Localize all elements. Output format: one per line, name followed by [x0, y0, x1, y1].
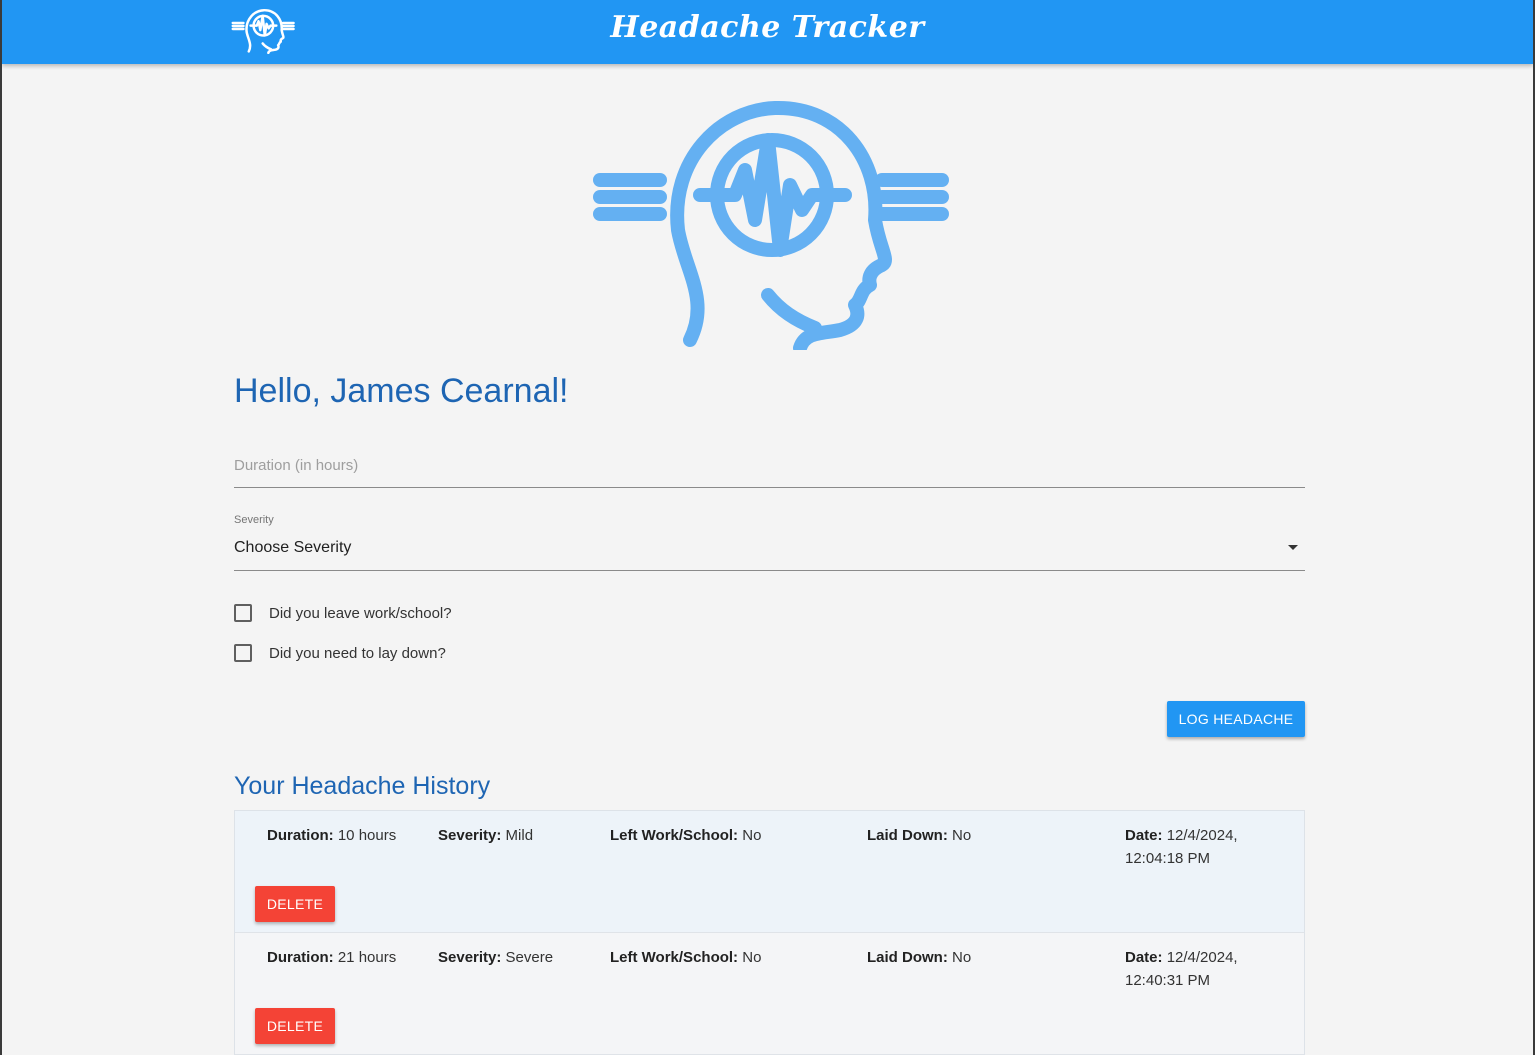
leave-work-checkbox-row[interactable]: Did you leave work/school? [234, 603, 452, 623]
severity-select[interactable]: Choose Severity [234, 532, 1305, 571]
laid-down-label: Laid Down: [867, 827, 948, 844]
duration-input[interactable] [234, 448, 1305, 482]
severity-field-label: Severity: [438, 827, 502, 844]
lay-down-checkbox[interactable] [234, 644, 252, 662]
entry-duration: Duration: 10 hours [267, 824, 396, 847]
time-value: 12:40:31 PM [1125, 972, 1211, 989]
entry-severity: Severity: Mild [438, 824, 533, 847]
laid-down-value: No [952, 827, 972, 844]
severity-value: Severe [505, 949, 554, 966]
left-work-label: Left Work/School: [610, 827, 739, 844]
date-label: Date: [1125, 949, 1163, 966]
entry-laid-down: Laid Down: No [867, 824, 971, 847]
entry-laid-down: Laid Down: No [867, 946, 971, 969]
entry-date: Date: 12/4/2024, 12:04:18 PM [1125, 824, 1255, 870]
delete-entry-button[interactable]: DELETE [255, 886, 335, 922]
greeting-heading: Hello, James Cearnal! [234, 372, 569, 410]
history-title: Your Headache History [234, 772, 491, 800]
app-window: Headache Tracker Hello, James Cearnal! S… [0, 0, 1535, 1055]
history-entry: Duration: 21 hours Severity: Severe Left… [235, 933, 1304, 1055]
severity-value: Mild [505, 827, 534, 844]
date-label: Date: [1125, 827, 1163, 844]
date-value: 12/4/2024, [1166, 827, 1238, 844]
lay-down-label: Did you need to lay down? [269, 644, 446, 662]
time-value: 12:04:18 PM [1125, 850, 1211, 867]
severity-selected-value: Choose Severity [234, 539, 352, 556]
duration-value: 10 hours [337, 827, 397, 844]
caret-down-icon [1288, 545, 1298, 550]
date-value: 12/4/2024, [1166, 949, 1238, 966]
left-work-value: No [742, 949, 762, 966]
entry-date: Date: 12/4/2024, 12:40:31 PM [1125, 946, 1255, 992]
entry-left-work: Left Work/School: No [610, 824, 761, 847]
left-work-value: No [742, 827, 762, 844]
app-bar: Headache Tracker [2, 0, 1533, 64]
history-list: Duration: 10 hours Severity: Mild Left W… [234, 810, 1305, 1055]
severity-label: Severity [234, 514, 274, 526]
history-entry: Duration: 10 hours Severity: Mild Left W… [235, 811, 1304, 933]
duration-label: Duration: [267, 827, 334, 844]
lay-down-checkbox-row[interactable]: Did you need to lay down? [234, 643, 446, 663]
entry-severity: Severity: Severe [438, 946, 553, 969]
entry-duration: Duration: 21 hours [267, 946, 396, 969]
laid-down-value: No [952, 949, 972, 966]
app-title: Headache Tracker [610, 10, 925, 45]
laid-down-label: Laid Down: [867, 949, 948, 966]
duration-value: 21 hours [337, 949, 397, 966]
duration-label: Duration: [267, 949, 334, 966]
left-work-label: Left Work/School: [610, 949, 739, 966]
severity-field-label: Severity: [438, 949, 502, 966]
duration-field[interactable] [234, 448, 1305, 488]
leave-work-label: Did you leave work/school? [269, 604, 452, 622]
entry-left-work: Left Work/School: No [610, 946, 761, 969]
leave-work-checkbox[interactable] [234, 604, 252, 622]
head-pulse-logo-icon [593, 100, 949, 350]
delete-entry-button[interactable]: DELETE [255, 1008, 335, 1044]
log-headache-button[interactable]: LOG HEADACHE [1167, 701, 1305, 737]
